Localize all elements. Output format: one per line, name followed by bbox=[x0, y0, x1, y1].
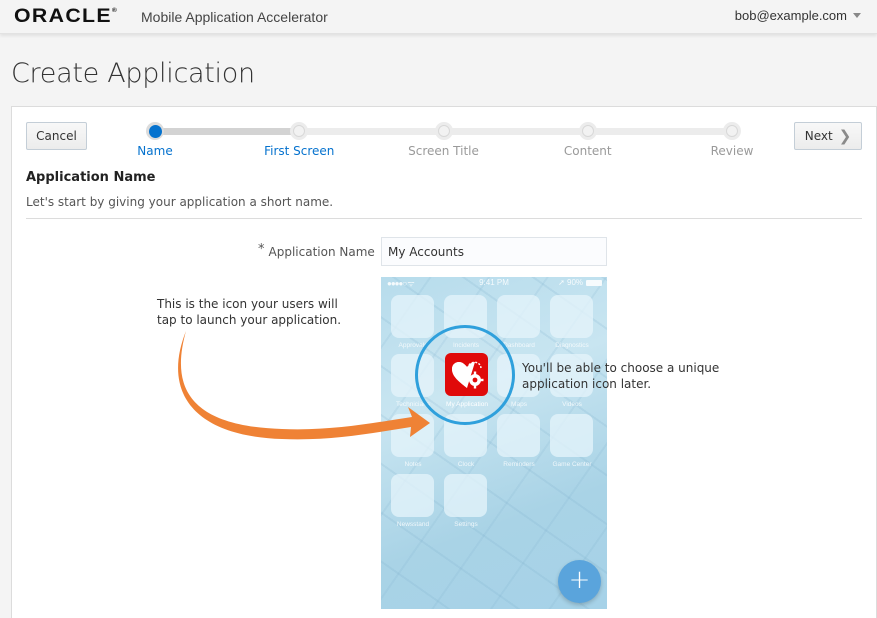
app-tile-reminders bbox=[497, 414, 540, 457]
train-progress bbox=[155, 128, 300, 135]
required-marker: * bbox=[258, 242, 265, 257]
phone-status-bar: ●●●●○ ᯤ 9:41 PM ➚ 90% bbox=[381, 277, 607, 289]
step-label-name[interactable]: Name bbox=[137, 144, 172, 158]
battery-icon bbox=[586, 279, 602, 286]
step-dot bbox=[148, 124, 162, 138]
callout-choose-later: You'll be able to choose a unique applic… bbox=[522, 361, 720, 391]
top-bar: ORACLE® Mobile Application Accelerator b… bbox=[0, 0, 877, 34]
app-label: Settings bbox=[454, 521, 478, 528]
my-application-icon bbox=[445, 353, 488, 396]
app-label: Clock bbox=[457, 461, 475, 468]
caret-down-icon bbox=[853, 13, 861, 18]
user-email: bob@example.com bbox=[734, 8, 847, 23]
app-label: Reminders bbox=[503, 461, 535, 468]
user-menu[interactable]: bob@example.com bbox=[735, 8, 861, 23]
step-dot bbox=[437, 125, 450, 137]
wizard-panel: Name First Screen Screen Title Content Revie… bbox=[11, 106, 877, 618]
divider bbox=[26, 218, 862, 219]
app-label: Videos bbox=[562, 401, 582, 408]
section-description: Let's start by giving your application a… bbox=[26, 195, 334, 209]
app-label: Game Center bbox=[552, 461, 592, 468]
page-title: Create Application bbox=[11, 58, 255, 89]
step-dot bbox=[726, 125, 738, 137]
curved-arrow-icon bbox=[178, 331, 430, 440]
next-label: Next bbox=[804, 129, 833, 143]
step-train: Name First Screen Screen Title Content Revie… bbox=[12, 107, 877, 167]
app-title: Mobile Application Accelerator bbox=[141, 9, 328, 25]
add-fab-button[interactable]: + bbox=[558, 560, 601, 603]
step-label-content[interactable]: Content bbox=[564, 144, 612, 158]
step-marker-content[interactable] bbox=[578, 122, 597, 140]
app-tile-dashboard bbox=[497, 295, 540, 338]
app-tile-game-center bbox=[550, 414, 593, 457]
app-label: Notes bbox=[404, 461, 422, 468]
app-tile-settings bbox=[444, 474, 487, 517]
step-marker-review[interactable] bbox=[723, 122, 741, 140]
step-marker-name[interactable] bbox=[146, 122, 164, 140]
app-tile-newsstand bbox=[391, 474, 434, 517]
oracle-logo: ORACLE® bbox=[14, 6, 119, 27]
chevron-right-icon: ❯ bbox=[838, 127, 852, 145]
app-tile-diagnostics bbox=[550, 295, 593, 338]
battery-indicator: ➚ 90% bbox=[558, 278, 602, 287]
app-label: Diagnostics bbox=[555, 342, 589, 349]
step-label-review[interactable]: Review bbox=[711, 144, 754, 158]
step-marker-screen-title[interactable] bbox=[434, 122, 453, 140]
step-label-first-screen[interactable]: First Screen bbox=[264, 144, 334, 158]
app-label: Newsstand bbox=[396, 521, 430, 528]
heart-gear-icon bbox=[451, 361, 483, 388]
app-name-input[interactable] bbox=[381, 237, 607, 266]
app-name-label: * Application Name bbox=[258, 242, 375, 259]
step-dot bbox=[293, 125, 306, 137]
my-application-label: My Application bbox=[446, 401, 488, 408]
step-marker-first-screen[interactable] bbox=[290, 122, 309, 140]
callout-icon-hint: This is the icon your users will tap to … bbox=[157, 297, 342, 327]
next-button[interactable]: Next ❯ bbox=[794, 122, 862, 150]
cancel-button[interactable]: Cancel bbox=[26, 122, 87, 150]
step-dot bbox=[581, 125, 594, 137]
step-label-screen-title[interactable]: Screen Title bbox=[408, 144, 479, 158]
section-title: Application Name bbox=[26, 170, 156, 185]
